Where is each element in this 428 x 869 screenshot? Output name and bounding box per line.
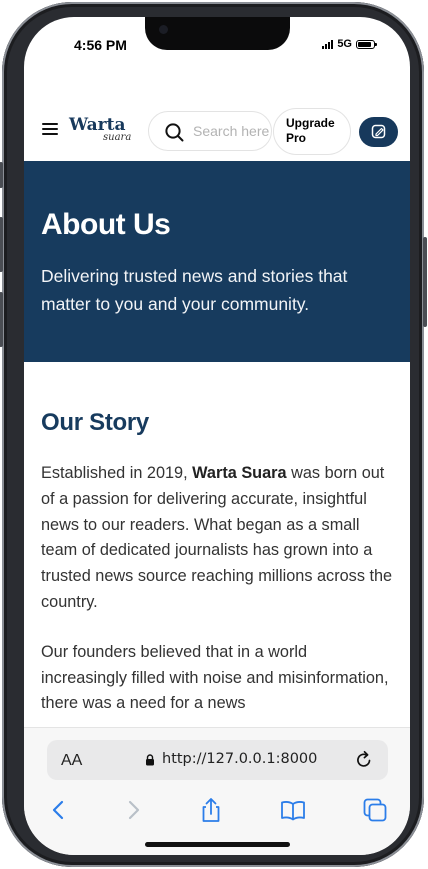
status-indicators: 5G <box>322 38 377 50</box>
volume-up-button <box>0 217 3 272</box>
volume-down-button <box>0 292 3 347</box>
back-icon[interactable] <box>44 796 72 824</box>
story-text-intro: Established in 2019, <box>41 464 193 482</box>
search-input[interactable] <box>193 121 269 141</box>
phone-frame: 4:56 PM 5G Warta suara Search here Upgra… <box>0 2 427 867</box>
search-icon <box>165 123 184 142</box>
upgrade-label-line2: Pro <box>286 131 307 145</box>
site-header: Warta suara Upgrade Pro <box>24 93 410 161</box>
address-bar[interactable]: AA http://127.0.0.1:8000 <box>47 740 388 780</box>
mute-switch <box>0 162 3 188</box>
about-hero: About Us Delivering trusted news and sto… <box>24 161 410 362</box>
home-indicator[interactable] <box>145 842 290 847</box>
bookmarks-icon[interactable] <box>279 796 307 824</box>
browser-toolbar: AA http://127.0.0.1:8000 <box>24 727 410 855</box>
power-button <box>423 237 427 327</box>
upgrade-pro-button[interactable]: Upgrade Pro <box>273 108 351 155</box>
signal-icon <box>322 39 334 49</box>
upgrade-label-line1: Upgrade <box>286 116 335 130</box>
lock-icon <box>146 754 154 766</box>
story-paragraph-2: Our founders believed that in a world in… <box>41 642 389 713</box>
story-paragraph-1: Established in 2019, Warta Suara was bor… <box>41 461 397 616</box>
write-button[interactable] <box>359 117 398 147</box>
battery-icon <box>356 39 377 49</box>
tabs-icon[interactable] <box>361 796 389 824</box>
front-camera <box>159 25 168 34</box>
story-section: Our Story Established in 2019, Warta Sua… <box>41 409 397 741</box>
logo[interactable]: Warta suara <box>69 115 137 149</box>
edit-icon <box>371 124 386 139</box>
search-box[interactable] <box>148 111 272 151</box>
screen: 4:56 PM 5G Warta suara Search here Upgra… <box>24 17 410 855</box>
logo-sub-text: suara <box>103 132 132 143</box>
page-title: About Us <box>41 208 171 241</box>
status-time: 4:56 PM <box>74 37 127 53</box>
network-type: 5G <box>337 38 352 50</box>
brand-name: Warta Suara <box>192 464 287 482</box>
reader-options-button[interactable]: AA <box>61 752 82 770</box>
reload-icon[interactable] <box>354 750 374 770</box>
share-icon[interactable] <box>197 796 225 824</box>
story-text-rest: was born out of a passion for delivering… <box>41 464 393 611</box>
forward-icon[interactable] <box>120 796 148 824</box>
page-subtitle: Delivering trusted news and stories that… <box>41 266 348 314</box>
url-text: http://127.0.0.1:8000 <box>162 751 318 767</box>
notch <box>145 17 290 50</box>
section-title: Our Story <box>41 409 149 436</box>
menu-icon[interactable] <box>42 123 58 135</box>
